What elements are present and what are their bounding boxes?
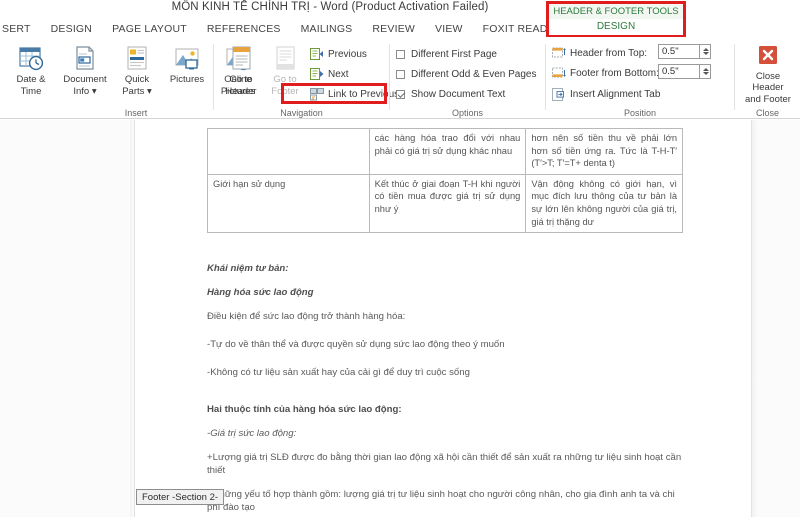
quick-parts-icon <box>123 43 151 73</box>
footer-from-bottom-icon <box>552 67 566 80</box>
previous-label: Previous <box>328 48 367 60</box>
pictures-button[interactable]: Pictures <box>160 43 214 105</box>
go-to-header-label: Go to Header <box>225 74 257 97</box>
go-to-footer-icon <box>273 43 297 73</box>
link-to-previous-button[interactable]: Link to Previous <box>310 86 399 102</box>
quick-parts-button[interactable]: Quick Parts ▾ <box>110 43 164 105</box>
content-table: các hàng hóa trao đổi với nhau phải có g… <box>207 128 683 234</box>
tab-mailings[interactable]: MAILINGS <box>291 19 363 40</box>
tab-insert[interactable]: SERT <box>0 19 41 40</box>
table-cell <box>207 128 370 175</box>
group-label-options: Options <box>451 108 484 118</box>
go-to-header-icon <box>229 43 253 73</box>
word-window: MÔN KINH TẾ CHÍNH TRỊ - Word (Product Ac… <box>0 0 800 517</box>
tab-page-layout[interactable]: PAGE LAYOUT <box>102 19 197 40</box>
close-header-and-footer-button[interactable]: Close Header and Footer <box>739 43 797 105</box>
footer-section-marker: Footer -Section 2- <box>136 489 225 505</box>
paragraph: -Tự do về thân thể và được quyền sử dụng… <box>207 339 505 350</box>
document-page[interactable]: các hàng hóa trao đổi với nhau phải có g… <box>134 120 752 517</box>
document-canvas[interactable]: các hàng hóa trao đổi với nhau phải có g… <box>0 120 800 517</box>
different-first-page-checkbox[interactable]: Different First Page <box>396 46 497 62</box>
ribbon-group-options: Different First Page Different Odd & Eve… <box>390 40 545 119</box>
tab-design[interactable]: DESIGN <box>41 19 102 40</box>
next-label: Next <box>328 68 349 80</box>
previous-button[interactable]: Previous <box>310 46 367 62</box>
paragraph: +Lượng giá trị SLĐ được đo bằng thời gia… <box>207 452 682 476</box>
different-odd-even-label: Different Odd & Even Pages <box>411 68 537 80</box>
header-from-top-row: Header from Top: <box>552 45 647 61</box>
go-to-header-button[interactable]: Go to Header <box>218 43 264 105</box>
footer-from-bottom-row: Footer from Bottom: <box>552 65 659 81</box>
header-from-top-label: Header from Top: <box>570 47 648 59</box>
pictures-label: Pictures <box>169 74 205 85</box>
page-shadow-right <box>752 120 758 517</box>
spinner-down-icon-footer[interactable] <box>703 72 709 75</box>
document-info-button[interactable]: Document Info ▾ <box>58 43 112 105</box>
next-button[interactable]: Next <box>310 66 349 82</box>
insert-alignment-tab-label: Insert Alignment Tab <box>570 88 661 100</box>
paragraph: -Giá trị sức lao động: <box>207 428 297 439</box>
spinner-up-icon-header[interactable] <box>703 48 709 51</box>
pictures-icon <box>173 43 201 73</box>
header-from-top-input[interactable]: 0.5" <box>658 44 700 59</box>
different-odd-even-checkbox[interactable]: Different Odd & Even Pages <box>396 66 536 82</box>
paragraph: Hai thuộc tính của hàng hóa sức lao động… <box>207 404 402 415</box>
paragraph: +Những yếu tố hợp thành gồm: lượng giá t… <box>207 489 675 513</box>
table-row: Giới hạn sử dụng Kết thúc ở giai đoạn T-… <box>207 173 683 234</box>
document-info-icon <box>71 43 99 73</box>
show-document-text-checkbox[interactable]: Show Document Text <box>396 86 505 102</box>
table-cell: Vận động không có giới hạn, vì mục đích … <box>525 173 683 234</box>
insert-alignment-tab-icon <box>552 87 566 101</box>
group-label-close: Close <box>755 108 779 118</box>
close-header-footer-icon <box>756 43 780 70</box>
footer-from-bottom-input[interactable]: 0.5" <box>658 64 700 79</box>
document-info-label: Document Info ▾ <box>63 74 107 97</box>
paragraph: Khái niệm tư bản: <box>207 263 289 274</box>
link-to-previous-icon <box>310 87 324 101</box>
date-and-time-button[interactable]: Date & Time <box>4 43 58 105</box>
paragraph: Điều kiện để sức lao động trở thành hàng… <box>207 311 406 322</box>
paragraph: Hàng hóa sức lao động <box>207 287 314 298</box>
table-row: các hàng hóa trao đổi với nhau phải có g… <box>207 128 683 175</box>
go-to-footer-button[interactable]: Go to Footer <box>262 43 308 105</box>
ribbon: Date & Time Document Info ▾ Quick Parts … <box>0 40 800 119</box>
next-icon <box>310 67 324 81</box>
table-cell: hơn nên số tiền thu về phải lớn hơn số t… <box>525 128 683 175</box>
tab-design-contextual[interactable]: DESIGN <box>549 19 683 35</box>
checkbox-box-first-page <box>396 49 405 59</box>
different-first-page-label: Different First Page <box>411 48 497 60</box>
spinner-down-icon-header[interactable] <box>703 52 709 55</box>
header-from-top-spinner[interactable] <box>700 44 711 59</box>
table-cell: các hàng hóa trao đổi với nhau phải có g… <box>368 128 527 175</box>
footer-from-bottom-label: Footer from Bottom: <box>570 67 659 79</box>
show-document-text-label: Show Document Text <box>411 88 506 100</box>
header-footer-tools-context: HEADER & FOOTER TOOLS DESIGN <box>546 1 686 37</box>
insert-alignment-tab-button[interactable]: Insert Alignment Tab <box>552 86 660 102</box>
group-label-position: Position <box>623 108 657 118</box>
tab-references[interactable]: REFERENCES <box>197 19 291 40</box>
table-cell: Kết thúc ở giai đoạn T-H khi người có ti… <box>368 173 527 234</box>
tab-review[interactable]: REVIEW <box>362 19 425 40</box>
ribbon-group-position: Header from Top: 0.5" Footer from Bottom… <box>546 40 734 119</box>
group-label-navigation: Navigation <box>280 108 323 118</box>
close-header-and-footer-label: Close Header and Footer <box>745 70 791 105</box>
spinner-up-icon-footer[interactable] <box>703 68 709 71</box>
go-to-footer-label: Go to Footer <box>271 74 299 97</box>
tab-view[interactable]: VIEW <box>425 19 473 40</box>
previous-icon <box>310 47 324 61</box>
checkbox-box-show-text <box>396 89 405 99</box>
date-time-icon <box>17 43 45 73</box>
quick-parts-label: Quick Parts ▾ <box>122 74 152 97</box>
date-and-time-label: Date & Time <box>16 74 46 97</box>
ribbon-group-navigation: Go to Header Go to Footer Previous Next … <box>214 40 399 119</box>
checkbox-box-odd-even <box>396 69 405 79</box>
header-from-top-icon <box>552 47 566 60</box>
table-cell: Giới hạn sử dụng <box>207 173 370 234</box>
ribbon-group-close: Close Header and Footer Close <box>735 40 800 119</box>
paragraph: -Không có tư liệu sản xuất hay của cải g… <box>207 367 470 378</box>
footer-from-bottom-spinner[interactable] <box>700 64 711 79</box>
context-tools-title: HEADER & FOOTER TOOLS <box>549 4 683 19</box>
